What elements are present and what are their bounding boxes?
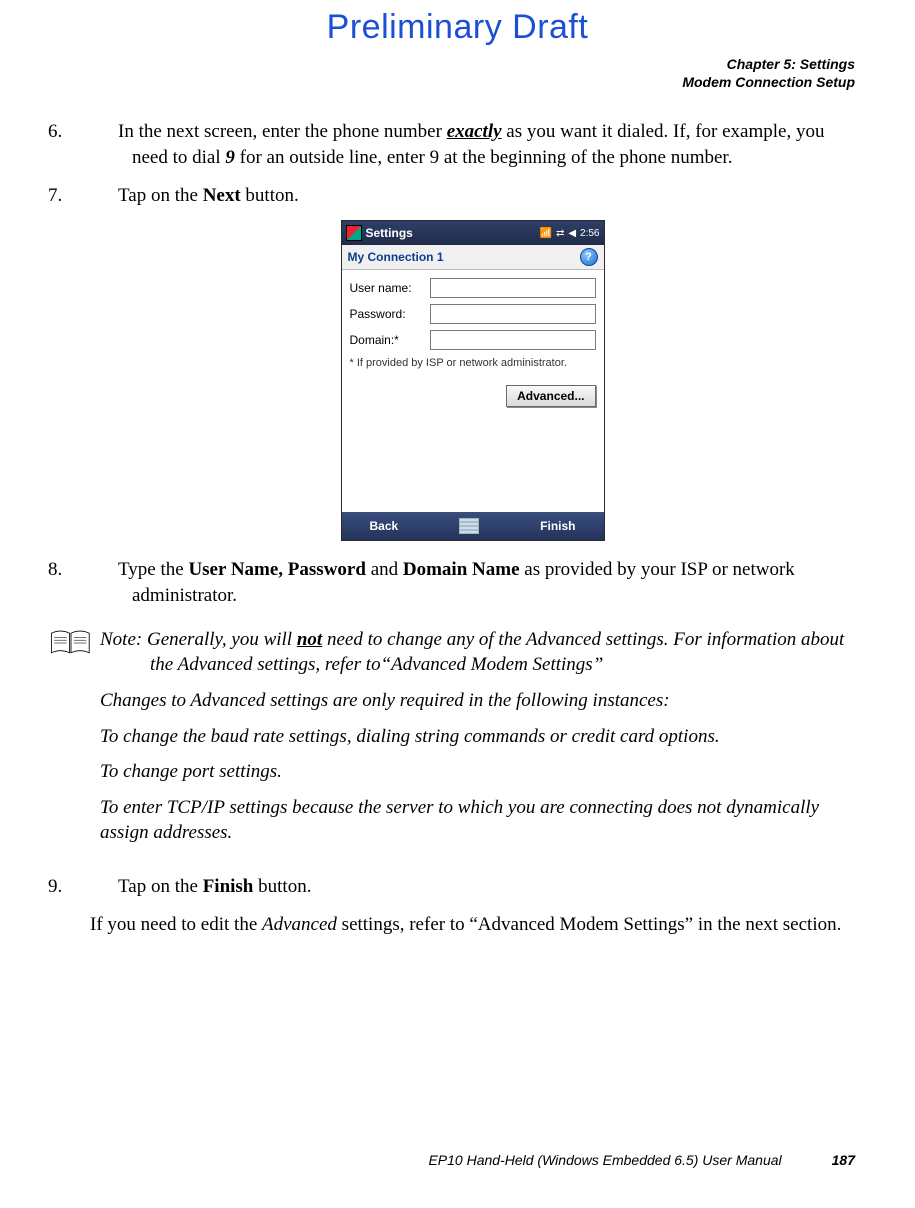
text: If you need to edit the [90,914,262,935]
step-number: 8. [90,557,118,583]
section-line: Modem Connection Setup [0,73,855,91]
draft-title: Preliminary Draft [0,0,915,47]
advanced-button[interactable]: Advanced... [506,385,595,407]
input-password[interactable] [430,304,596,324]
step-number: 9. [90,874,118,900]
text: Generally, you will [142,629,297,650]
note-line-4: To change port settings. [100,759,855,785]
row-password: Password: [350,304,596,324]
row-domain: Domain:* [350,330,596,350]
manual-title: EP10 Hand-Held (Windows Embedded 6.5) Us… [428,1152,781,1168]
input-username[interactable] [430,278,596,298]
connection-name: My Connection 1 [348,249,444,265]
page-header: Chapter 5: Settings Modem Connection Set… [0,47,915,91]
step-list: 6.In the next screen, enter the phone nu… [90,119,855,208]
text: settings, refer to “Advanced Modem Setti… [337,914,841,935]
text: button. [241,185,299,206]
windows-flag-icon [346,225,362,241]
embedded-screenshot: Settings 📶 ⇄ ◀ 2:56 My Connection 1 ? Us… [90,220,855,541]
text: Type the [118,559,188,580]
text: Tap on the [118,185,203,206]
page-footer: EP10 Hand-Held (Windows Embedded 6.5) Us… [428,1152,855,1168]
status-icons: 📶 ⇄ ◀ 2:56 [539,227,599,241]
book-icon [50,627,100,856]
signal-icon: 📶 [539,227,551,241]
finish-button[interactable]: Finish [540,518,575,534]
step-6: 6.In the next screen, enter the phone nu… [90,119,855,170]
closing-paragraph: If you need to edit the Advanced setting… [90,912,855,938]
step-list-cont2: 9.Tap on the Finish button. [90,874,855,900]
input-domain[interactable] [430,330,596,350]
network-icon: ⇄ [556,227,564,241]
note-body: Note: Generally, you will not need to ch… [100,627,855,856]
main-content: 6.In the next screen, enter the phone nu… [0,91,915,937]
row-username: User name: [350,278,596,298]
topbar-title: Settings [366,225,540,241]
page-number: 187 [832,1152,855,1168]
emphasis-9: 9 [225,147,235,168]
note-block: Note: Generally, you will not need to ch… [50,627,855,856]
step-list-cont: 8.Type the User Name, Password and Domai… [90,557,855,608]
note-line-5: To enter TCP/IP settings because the ser… [100,795,855,846]
keyboard-icon[interactable] [459,518,479,534]
step-number: 7. [90,183,118,209]
device-form: User name: Password: Domain:* * If provi… [342,270,604,512]
device-topbar: Settings 📶 ⇄ ◀ 2:56 [342,221,604,245]
emphasis: Domain Name [403,559,520,580]
label-password: Password: [350,306,430,322]
step-9: 9.Tap on the Finish button. [90,874,855,900]
note-prefix: Note: [100,629,142,650]
emphasis: User Name, Password [188,559,366,580]
text: In the next screen, enter the phone numb… [118,121,447,142]
back-button[interactable]: Back [370,518,399,534]
emphasis-not: not [297,629,322,650]
device-bottombar: Back Finish [342,512,604,540]
chapter-line: Chapter 5: Settings [0,55,855,73]
step-7: 7.Tap on the Next button. [90,183,855,209]
device-frame: Settings 📶 ⇄ ◀ 2:56 My Connection 1 ? Us… [341,220,605,541]
text: button. [253,876,311,897]
step-8: 8.Type the User Name, Password and Domai… [90,557,855,608]
text: for an outside line, enter 9 at the begi… [235,147,733,168]
note-line-2: Changes to Advanced settings are only re… [100,688,855,714]
emphasis-finish: Finish [203,876,254,897]
text: Tap on the [118,876,203,897]
emphasis-exactly: exactly [447,121,502,142]
label-username: User name: [350,280,430,296]
label-domain: Domain:* [350,332,430,348]
form-footnote: * If provided by ISP or network administ… [350,356,596,371]
clock: 2:56 [580,227,599,241]
help-icon[interactable]: ? [580,248,598,266]
volume-icon: ◀ [568,227,576,241]
device-subbar: My Connection 1 ? [342,245,604,270]
note-line-3: To change the baud rate settings, dialin… [100,724,855,750]
emphasis-advanced: Advanced [262,914,337,935]
note-line-1: Note: Generally, you will not need to ch… [100,627,855,678]
step-number: 6. [90,119,118,145]
text: and [366,559,403,580]
emphasis-next: Next [203,185,241,206]
